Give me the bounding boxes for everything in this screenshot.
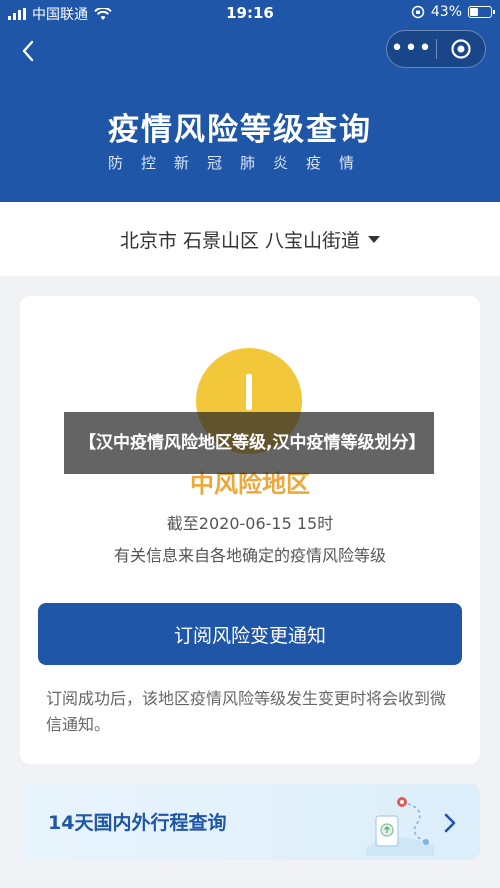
app-header: 中国联通 19:16 43% ••• 疫情风险等级查询 防控新冠肺炎疫情 (0, 0, 500, 202)
status-right: 43% (411, 4, 495, 20)
travel-map-illustration-icon (366, 797, 434, 856)
caret-down-icon (368, 235, 381, 243)
subscribe-risk-change-button[interactable]: 订阅风险变更通知 (38, 603, 462, 665)
subscribe-note: 订阅成功后，该地区疫情风险等级发生变更时将会收到微信通知。 (46, 689, 447, 734)
risk-level-card: 中风险地区 截至2020-06-15 15时 有关信息来自各地确定的疫情风险等级… (20, 296, 480, 764)
back-arrow-icon[interactable] (16, 36, 46, 66)
target-icon (451, 39, 471, 59)
travel-history-label: 14天国内外行程查询 (48, 812, 227, 834)
chevron-right-icon (444, 813, 456, 833)
page-title: 疫情风险等级查询 (108, 112, 372, 148)
travel-history-query-card[interactable]: 14天国内外行程查询 (20, 784, 480, 860)
orientation-lock-icon (411, 5, 425, 19)
battery-level (470, 8, 479, 16)
caption-overlay-banner: 【汉中疫情风险地区等级,汉中疫情等级划分】 (64, 412, 434, 474)
page-subtitle: 防控新冠肺炎疫情 (108, 154, 373, 172)
battery-percent: 43% (430, 4, 462, 20)
risk-source-note: 有关信息来自各地确定的疫情风险等级 (113, 546, 386, 565)
more-options-button[interactable]: ••• (387, 30, 436, 68)
battery-icon (468, 6, 495, 18)
region-label: 北京市 石景山区 八宝山街道 (119, 229, 361, 252)
risk-level-mark-icon (246, 374, 252, 410)
close-miniprogram-button[interactable] (437, 38, 485, 60)
region-selector[interactable]: 北京市 石景山区 八宝山街道 (0, 202, 500, 276)
status-bar: 中国联通 19:16 43% (0, 0, 500, 26)
miniprogram-capsule: ••• (386, 30, 486, 68)
caption-overlay-text: 【汉中疫情风险地区等级,汉中疫情等级划分】 (79, 433, 426, 453)
risk-as-of-date: 截至2020-06-15 15时 (166, 514, 334, 533)
